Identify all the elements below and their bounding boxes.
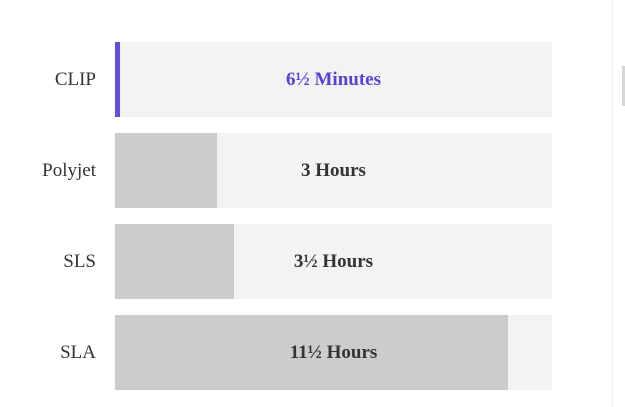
bar-track: 3½ Hours bbox=[115, 224, 552, 299]
value-label: 3½ Hours bbox=[293, 251, 374, 272]
category-label: SLS bbox=[63, 251, 96, 272]
bar-row-sla: SLA 11½ Hours bbox=[0, 315, 560, 390]
print-time-chart: CLIP 6½ Minutes Polyjet 3 Hours SLS 3½ Hours S… bbox=[0, 0, 625, 407]
bar-row-clip: CLIP 6½ Minutes bbox=[0, 42, 560, 117]
value-label: 6½ Minutes bbox=[286, 69, 381, 90]
bar-track: 6½ Minutes bbox=[115, 42, 552, 117]
category-label: CLIP bbox=[54, 69, 96, 90]
bar-row-sls: SLS 3½ Hours bbox=[0, 224, 560, 299]
bar-track: 3 Hours bbox=[115, 133, 552, 208]
value-label: 3 Hours bbox=[301, 160, 366, 181]
category-label: SLA bbox=[60, 342, 96, 363]
category-label: Polyjet bbox=[42, 160, 96, 181]
bar-track: 11½ Hours bbox=[115, 315, 552, 390]
bar-row-polyjet: Polyjet 3 Hours bbox=[0, 133, 560, 208]
value-label: 11½ Hours bbox=[289, 342, 378, 363]
scrollbar-track[interactable] bbox=[612, 0, 613, 407]
